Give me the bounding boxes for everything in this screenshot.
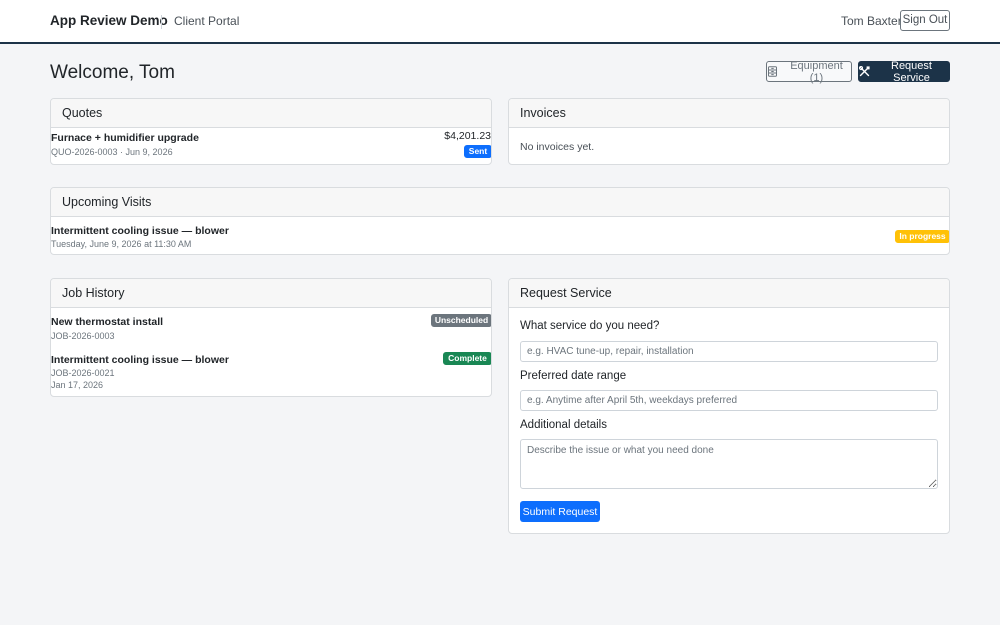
job-item-name: New thermostat install — [51, 316, 164, 328]
visit-item-name: Intermittent cooling issue — blower — [51, 225, 229, 237]
brand-name[interactable]: App Review Demo — [50, 13, 168, 28]
job-history-card: Job History New thermostat install JOB-2… — [50, 278, 492, 397]
job-item-date: Jan 17, 2026 — [51, 380, 104, 390]
status-badge: Sent — [464, 145, 491, 158]
details-textarea[interactable] — [520, 439, 938, 489]
job-item-number: JOB-2026-0003 — [51, 331, 115, 341]
status-badge: Complete — [443, 352, 491, 365]
job-item-number: JOB-2026-0021 — [51, 368, 115, 378]
job-item-name: Intermittent cooling issue — blower — [51, 354, 229, 366]
portal-subtitle: Client Portal — [174, 14, 240, 28]
request-service-card: Request Service What service do you need… — [508, 278, 950, 534]
invoices-empty-text: No invoices yet. — [520, 141, 595, 153]
date-range-input[interactable] — [520, 390, 938, 411]
submit-request-button[interactable]: Submit Request — [520, 501, 600, 522]
user-name: Tom Baxter — [841, 14, 902, 28]
sign-out-button[interactable]: Sign Out — [900, 10, 950, 31]
quote-item-meta: QUO-2026-0003 · Jun 9, 2026 — [51, 147, 173, 157]
quotes-card: Quotes Furnace + humidifier upgrade QUO-… — [50, 98, 492, 165]
invoices-card-title: Invoices — [509, 99, 949, 128]
request-service-button-label: Request Service — [891, 59, 932, 84]
status-badge: In progress — [895, 230, 949, 243]
equipment-button-label: Equipment (1) — [790, 59, 843, 84]
brand-divider — [161, 15, 162, 29]
service-input[interactable] — [520, 341, 938, 362]
top-navbar: App Review Demo Client Portal Tom Baxter… — [0, 0, 1000, 44]
upcoming-visits-card: Upcoming Visits Intermittent cooling iss… — [50, 187, 950, 255]
request-service-button[interactable]: Request Service — [858, 59, 950, 84]
quote-item-amount: $4,201.23 — [444, 130, 491, 142]
equipment-button[interactable]: Equipment (1) — [766, 59, 852, 84]
equipment-icon — [767, 66, 778, 77]
visit-item-datetime: Tuesday, June 9, 2026 at 11:30 AM — [51, 239, 192, 249]
invoices-card: Invoices No invoices yet. — [508, 98, 950, 165]
tools-icon — [859, 66, 870, 77]
details-label: Additional details — [520, 419, 607, 431]
upcoming-visits-card-title: Upcoming Visits — [51, 188, 949, 217]
date-range-label: Preferred date range — [520, 370, 627, 382]
request-service-card-title: Request Service — [509, 279, 949, 308]
quote-item-name: Furnace + humidifier upgrade — [51, 132, 199, 144]
job-history-card-title: Job History — [51, 279, 491, 308]
status-badge: Unscheduled — [431, 314, 491, 327]
service-label: What service do you need? — [520, 320, 660, 332]
quotes-card-title: Quotes — [51, 99, 491, 128]
page-title: Welcome, Tom — [50, 62, 175, 83]
